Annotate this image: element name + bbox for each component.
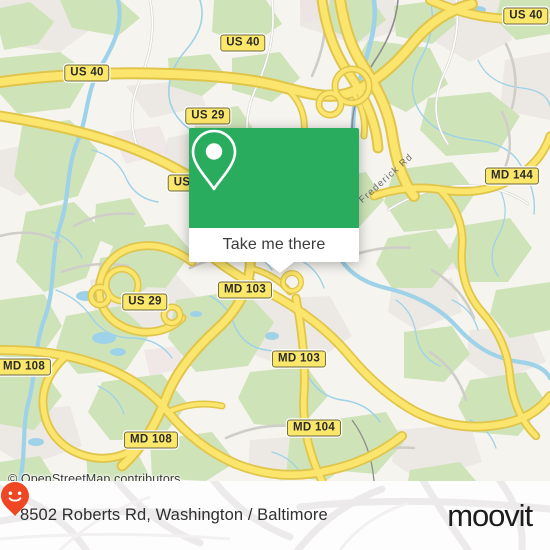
route-shield: US 40 xyxy=(503,7,549,25)
route-shield: US 40 xyxy=(64,64,110,82)
moovit-pin-smile-icon xyxy=(1,482,29,516)
take-me-there-label: Take me there xyxy=(222,236,326,253)
moovit-brand[interactable]: moovit xyxy=(1,482,533,533)
location-callout-card[interactable]: Take me there xyxy=(189,128,359,273)
route-shield: US 29 xyxy=(185,107,231,125)
osm-attribution[interactable]: © OpenStreetMap contributors xyxy=(8,472,181,481)
address-label: 8502 Roberts Rd, Washington / Baltimore xyxy=(20,506,328,524)
route-shield: MD 144 xyxy=(484,167,540,185)
route-shield: MD 103 xyxy=(217,281,273,299)
callout-tail-pointer xyxy=(266,262,294,273)
route-shield: MD 104 xyxy=(286,419,342,437)
moovit-wordmark: moovit xyxy=(447,498,533,533)
route-shield: US 29 xyxy=(122,293,168,311)
moovit-map-screenshot: US 40 US 40 US 40 US 29 US MD 144 MD 103 US 29 M… xyxy=(0,0,550,550)
callout-header xyxy=(189,128,359,228)
route-shield: US 40 xyxy=(220,34,266,52)
footer-bar: 8502 Roberts Rd, Washington / Baltimore … xyxy=(0,481,550,550)
map-pin-icon xyxy=(191,129,237,191)
route-shield: MD 103 xyxy=(271,350,327,368)
route-shield: MD 108 xyxy=(0,358,52,376)
route-shield: MD 108 xyxy=(123,431,179,449)
map-canvas[interactable]: US 40 US 40 US 40 US 29 US MD 144 MD 103 US 29 M… xyxy=(0,0,550,481)
callout-action-bar[interactable]: Take me there xyxy=(189,228,359,262)
